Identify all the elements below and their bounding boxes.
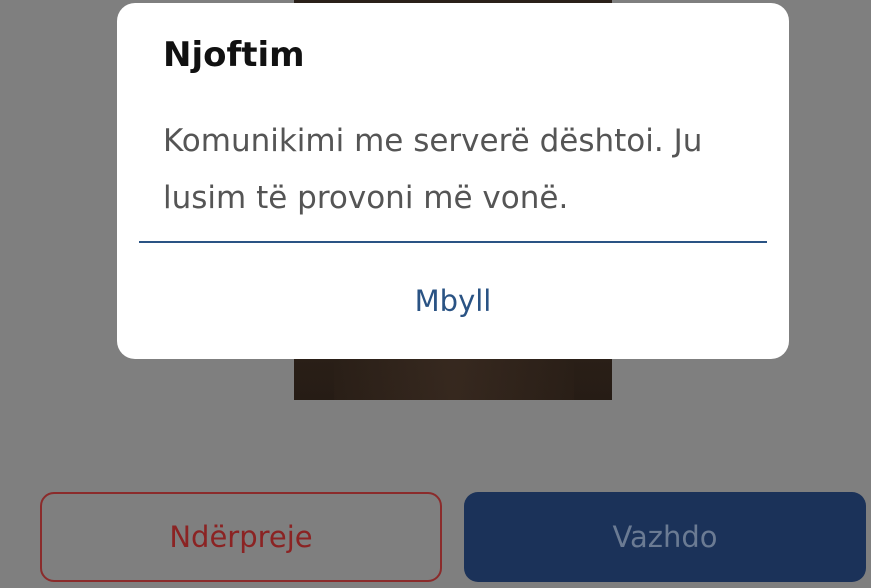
dialog-title: Njoftim (163, 35, 305, 75)
continue-button[interactable]: Vazhdo (464, 492, 866, 582)
close-button[interactable]: Mbyll (117, 261, 789, 341)
app-screen: Ndërpreje Vazhdo Njoftim Komunikimi me s… (0, 0, 871, 588)
cancel-button[interactable]: Ndërpreje (40, 492, 442, 582)
cancel-button-label: Ndërpreje (169, 520, 313, 554)
dialog-divider (139, 241, 767, 243)
continue-button-label: Vazhdo (612, 520, 718, 554)
dialog-message: Komunikimi me serverë dështoi. Ju lusim … (163, 123, 703, 216)
alert-dialog: Njoftim Komunikimi me serverë dështoi. J… (117, 3, 789, 359)
